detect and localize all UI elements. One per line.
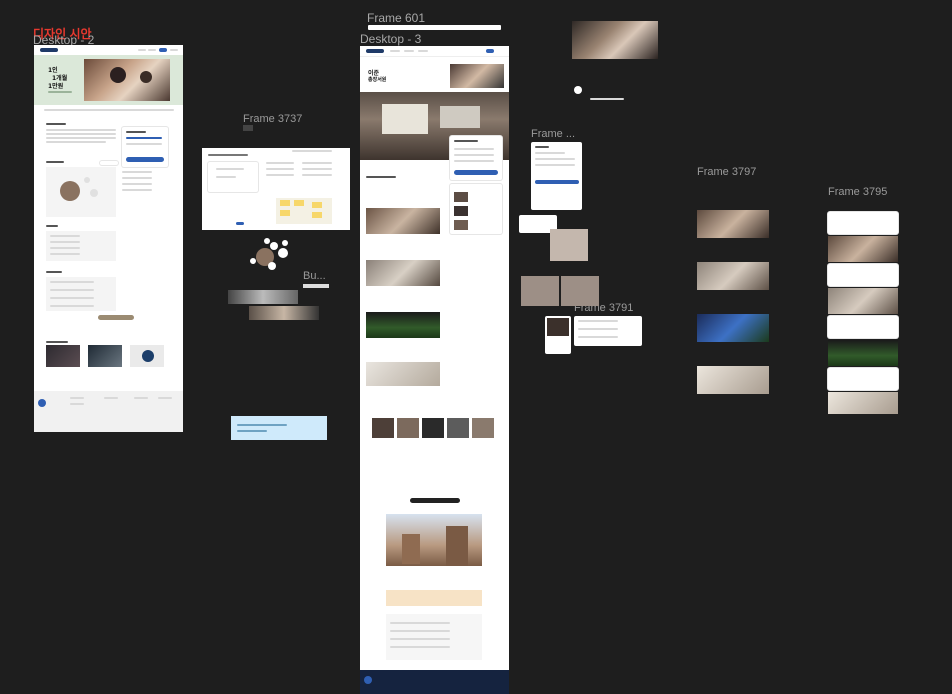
frame-label-frame3795[interactable]: Frame 3795 bbox=[828, 186, 887, 198]
cta-dark[interactable] bbox=[410, 498, 460, 503]
bu-image-1 bbox=[228, 290, 298, 304]
apply-button[interactable] bbox=[126, 157, 164, 162]
building-image bbox=[386, 514, 482, 566]
footer-logo-icon bbox=[38, 399, 46, 407]
tile-2 bbox=[561, 276, 599, 306]
hero-line-3: 1만원 bbox=[48, 83, 64, 90]
frame-label-bu[interactable]: Bu... bbox=[303, 270, 326, 282]
hero-3: 이준 총장서원 bbox=[360, 60, 509, 90]
frame-small-card[interactable] bbox=[531, 142, 582, 210]
note-card[interactable] bbox=[231, 416, 327, 440]
faq-list bbox=[46, 277, 116, 311]
desktop-2-frame[interactable]: 1인 1개월 1만원 bbox=[34, 45, 183, 432]
frame-3791[interactable] bbox=[574, 316, 642, 346]
hero-image bbox=[84, 59, 170, 101]
hero-section: 1인 1개월 1만원 bbox=[34, 55, 183, 105]
more-button[interactable] bbox=[98, 315, 134, 320]
peach-banner[interactable] bbox=[386, 590, 482, 606]
gallery-image-1 bbox=[46, 345, 80, 367]
frame-601[interactable] bbox=[368, 25, 501, 30]
frame-3737-tag bbox=[243, 125, 253, 131]
tile-1 bbox=[521, 276, 559, 306]
chart-area bbox=[46, 167, 116, 217]
list-box bbox=[46, 231, 116, 261]
frame-3791-card[interactable] bbox=[545, 316, 571, 354]
doodle-icon bbox=[574, 86, 582, 94]
bubble-cluster bbox=[248, 238, 298, 278]
nav-bar-3 bbox=[360, 46, 509, 57]
nav-button[interactable] bbox=[159, 48, 167, 52]
frame-label-frame-small[interactable]: Frame ... bbox=[531, 128, 575, 140]
frame-601-photo bbox=[572, 21, 658, 59]
desktop-3-frame[interactable]: 이준 총장서원 bbox=[360, 46, 509, 694]
sticky-notes bbox=[276, 198, 332, 224]
nav-button-3[interactable] bbox=[486, 49, 494, 53]
feed-list bbox=[366, 176, 444, 386]
gallery-image-2 bbox=[88, 345, 122, 367]
beige-tile bbox=[550, 229, 588, 261]
intro-card bbox=[44, 123, 172, 167]
frame-3737-button[interactable] bbox=[236, 222, 244, 225]
bu-tag bbox=[303, 284, 329, 288]
frame-3797[interactable] bbox=[697, 200, 771, 396]
faq-list-3 bbox=[386, 614, 482, 660]
frame-label-frame3737[interactable]: Frame 3737 bbox=[243, 113, 302, 125]
gallery-image-3 bbox=[130, 345, 164, 367]
apply-card-3[interactable] bbox=[450, 136, 502, 180]
frame-label-desktop3[interactable]: Desktop - 3 bbox=[360, 32, 421, 46]
gallery-row-3 bbox=[372, 418, 496, 458]
frame-3795[interactable] bbox=[828, 212, 898, 414]
frame-3737[interactable] bbox=[202, 148, 350, 230]
frame-label-frame601[interactable]: Frame 601 bbox=[367, 11, 425, 25]
frame-label-frame3797[interactable]: Frame 3797 bbox=[697, 166, 756, 178]
bu-image-2 bbox=[249, 306, 319, 320]
footer-3 bbox=[360, 670, 509, 694]
footer bbox=[34, 391, 183, 432]
hero-subtitle-3: 총장서원 bbox=[368, 77, 387, 83]
logo bbox=[40, 48, 58, 52]
